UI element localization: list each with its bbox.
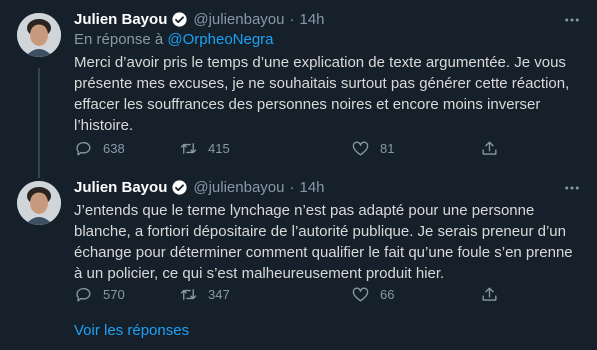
like-button[interactable]: 66 bbox=[351, 284, 394, 304]
timestamp[interactable]: 14h bbox=[299, 11, 324, 28]
retweet-icon bbox=[180, 142, 197, 154]
like-button[interactable]: 81 bbox=[351, 138, 394, 158]
avatar[interactable] bbox=[17, 181, 61, 225]
share-button[interactable] bbox=[480, 284, 499, 304]
author-name[interactable]: Julien Bayou bbox=[74, 179, 167, 196]
show-replies-link[interactable]: Voir les réponses bbox=[74, 322, 189, 339]
like-count: 66 bbox=[380, 286, 395, 302]
separator-dot: · bbox=[289, 10, 295, 28]
share-icon bbox=[482, 140, 497, 155]
verified-badge-icon bbox=[172, 11, 187, 27]
mention-link[interactable]: @OrpheoNegra bbox=[167, 31, 273, 48]
replying-to: En réponse à @OrpheoNegra bbox=[74, 31, 274, 48]
reply-button[interactable]: 638 bbox=[74, 138, 125, 158]
tweet[interactable]: Julien Bayou @julienbayou · 14h En répon… bbox=[0, 0, 597, 170]
more-icon[interactable] bbox=[562, 10, 582, 30]
tweet[interactable]: Julien Bayou @julienbayou · 14h J’entend… bbox=[0, 170, 597, 315]
separator-dot: · bbox=[289, 178, 295, 196]
more-icon[interactable] bbox=[562, 178, 582, 198]
tweet-header: Julien Bayou @julienbayou · 14h bbox=[74, 8, 325, 30]
reply-icon bbox=[76, 287, 91, 302]
tweet-actions: 638 415 81 bbox=[74, 138, 514, 158]
verified-badge-icon bbox=[172, 179, 187, 195]
tweet-text: J’entends que le terme lynchage n’est pa… bbox=[74, 202, 573, 282]
like-icon bbox=[352, 140, 369, 156]
share-button[interactable] bbox=[480, 138, 499, 158]
author-handle[interactable]: @julienbayou bbox=[193, 11, 284, 28]
share-icon bbox=[482, 286, 497, 301]
author-handle[interactable]: @julienbayou bbox=[193, 179, 284, 196]
reply-count: 570 bbox=[103, 286, 125, 302]
reply-icon bbox=[76, 141, 91, 156]
retweet-icon bbox=[180, 288, 197, 300]
retweet-button[interactable]: 347 bbox=[179, 284, 230, 304]
timestamp[interactable]: 14h bbox=[299, 179, 324, 196]
author-name[interactable]: Julien Bayou bbox=[74, 11, 167, 28]
retweet-count: 347 bbox=[208, 286, 230, 302]
avatar[interactable] bbox=[17, 13, 61, 57]
replying-prefix: En réponse à bbox=[74, 31, 164, 48]
like-count: 81 bbox=[380, 140, 395, 156]
tweet-actions: 570 347 66 bbox=[74, 284, 514, 304]
tweet-header: Julien Bayou @julienbayou · 14h bbox=[74, 176, 325, 198]
like-icon bbox=[352, 286, 369, 302]
retweet-count: 415 bbox=[208, 140, 230, 156]
reply-count: 638 bbox=[103, 140, 125, 156]
retweet-button[interactable]: 415 bbox=[179, 138, 230, 158]
reply-button[interactable]: 570 bbox=[74, 284, 125, 304]
tweet-text: Merci d’avoir pris le temps d’une explic… bbox=[74, 54, 570, 134]
